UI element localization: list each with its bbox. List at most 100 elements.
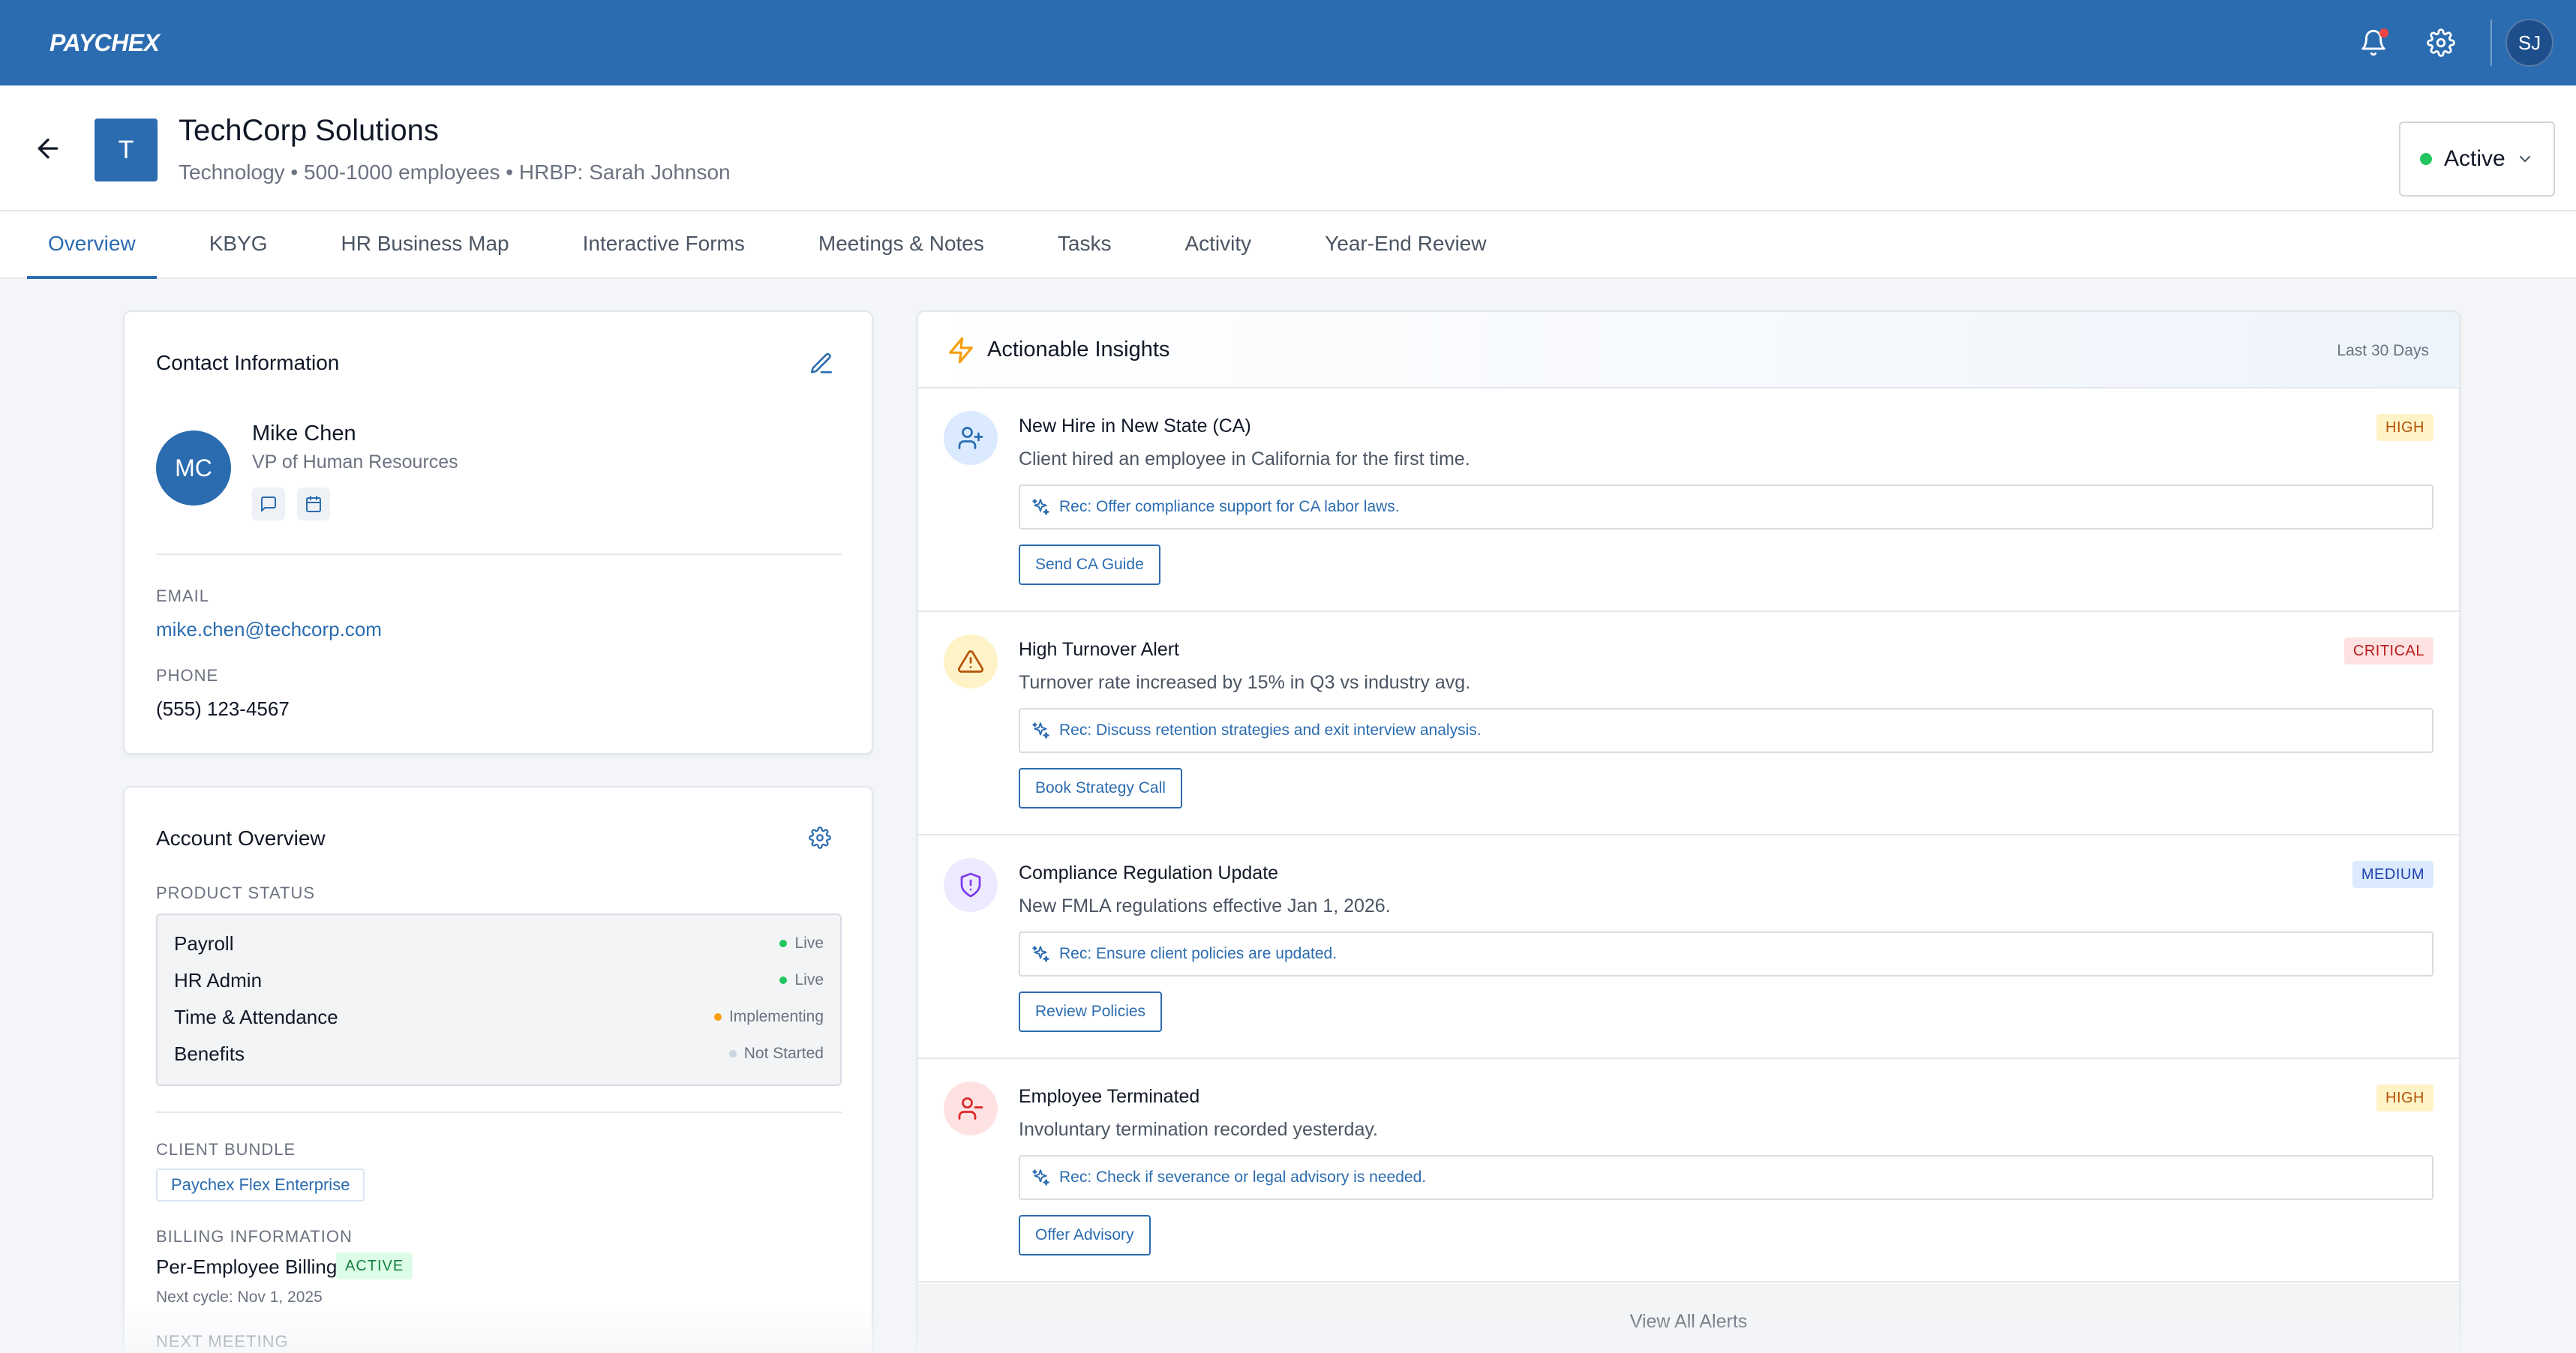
- insights-header: Actionable Insights Last 30 Days: [918, 312, 2459, 388]
- send-ca-guide-button[interactable]: Send CA Guide: [1019, 544, 1160, 585]
- product-row-hr-admin: HR Admin Live: [174, 965, 824, 995]
- email-link[interactable]: mike.chen@techcorp.com: [156, 618, 382, 641]
- insight-description: Involuntary termination recorded yesterd…: [1019, 1119, 1378, 1140]
- recommendation-box: Rec: Offer compliance support for CA lab…: [1019, 484, 2433, 530]
- tab-year-end-review[interactable]: Year-End Review: [1304, 212, 1507, 279]
- top-navigation-bar: PAYCHEX SJ: [0, 0, 2576, 86]
- client-status-dropdown[interactable]: Active: [2399, 122, 2555, 196]
- account-settings-button[interactable]: [809, 826, 834, 852]
- phone-label: PHONE: [156, 666, 219, 685]
- lightning-icon: [949, 337, 973, 364]
- insight-item: Employee Terminated Involuntary terminat…: [918, 1059, 2459, 1282]
- sparkle-icon: [1032, 946, 1049, 962]
- product-status-label: PRODUCT STATUS: [156, 884, 316, 902]
- product-row-benefits: Benefits Not Started: [174, 1039, 824, 1069]
- recommendation-text: Rec: Ensure client policies are updated.: [1059, 945, 1338, 962]
- topbar-actions: SJ: [2330, 0, 2553, 86]
- severity-badge: HIGH: [2376, 1084, 2433, 1112]
- tab-kbyg[interactable]: KBYG: [188, 212, 289, 279]
- arrow-left-icon: [38, 138, 59, 159]
- status-dot: [779, 976, 788, 984]
- user-plus-icon: [958, 427, 983, 449]
- product-name: Time & Attendance: [174, 1005, 338, 1028]
- insight-item: High Turnover Alert Turnover rate increa…: [918, 612, 2459, 836]
- sparkle-icon: [1032, 1169, 1049, 1186]
- pencil-icon: [810, 352, 833, 374]
- tab-meetings-notes[interactable]: Meetings & Notes: [797, 212, 1005, 279]
- product-status: Implementing: [713, 1008, 824, 1026]
- gear-icon: [809, 826, 831, 849]
- email-label: EMAIL: [156, 586, 210, 605]
- billing-type: Per-Employee Billing: [156, 1256, 338, 1278]
- product-status: Not Started: [728, 1045, 824, 1063]
- status-label: Active: [2444, 146, 2505, 171]
- gear-icon: [2427, 28, 2455, 57]
- product-name: Payroll: [174, 932, 234, 955]
- sparkle-icon: [1032, 499, 1049, 515]
- recommendation-text: Rec: Offer compliance support for CA lab…: [1059, 498, 1400, 515]
- billing-info-label: BILLING INFORMATION: [156, 1227, 353, 1246]
- tab-hr-business-map[interactable]: HR Business Map: [320, 212, 530, 279]
- client-tabs: Overview KBYG HR Business Map Interactiv…: [0, 212, 2576, 279]
- user-avatar[interactable]: SJ: [2505, 19, 2553, 67]
- insights-date-range: Last 30 Days: [2337, 342, 2429, 359]
- severity-badge: MEDIUM: [2352, 861, 2433, 888]
- status-dot: [728, 1050, 737, 1058]
- tab-activity[interactable]: Activity: [1163, 212, 1272, 279]
- product-name: HR Admin: [174, 968, 263, 992]
- product-row-payroll: Payroll Live: [174, 928, 824, 958]
- warning-triangle-icon: [957, 650, 984, 673]
- insight-title: Compliance Regulation Update: [1019, 862, 1279, 884]
- notification-dot: [2379, 28, 2388, 38]
- product-status: Live: [779, 934, 824, 952]
- client-bundle-chip: Paychex Flex Enterprise: [156, 1168, 365, 1202]
- view-all-alerts-link[interactable]: View All Alerts: [918, 1284, 2459, 1353]
- contact-role: VP of Human Resources: [252, 452, 458, 472]
- billing-status-badge: ACTIVE: [336, 1252, 413, 1280]
- contact-name: Mike Chen: [252, 422, 356, 446]
- card-title: Account Overview: [156, 826, 326, 850]
- calendar-icon: [306, 496, 321, 512]
- insight-description: New FMLA regulations effective Jan 1, 20…: [1019, 896, 1391, 916]
- paychex-logo[interactable]: PAYCHEX: [50, 29, 160, 57]
- schedule-meeting-button[interactable]: [297, 488, 330, 520]
- contact-information-card: Contact Information MC Mike Chen VP of H…: [123, 310, 873, 754]
- status-text: Implementing: [728, 1008, 824, 1025]
- status-dot: [713, 1013, 722, 1021]
- account-overview-card: Account Overview PRODUCT STATUS Payroll …: [123, 786, 873, 1353]
- insight-title: Employee Terminated: [1019, 1086, 1200, 1107]
- tab-overview[interactable]: Overview: [27, 212, 157, 279]
- chat-icon: [261, 496, 276, 512]
- back-button[interactable]: [33, 134, 63, 164]
- tab-interactive-forms[interactable]: Interactive Forms: [562, 212, 766, 279]
- next-cycle: Next cycle: Nov 1, 2025: [156, 1288, 323, 1306]
- status-dot: [2420, 153, 2432, 165]
- product-row-time-attendance: Time & Attendance Implementing: [174, 1002, 824, 1032]
- status-text: Live: [794, 971, 824, 988]
- product-name: Benefits: [174, 1042, 245, 1065]
- tab-tasks[interactable]: Tasks: [1037, 212, 1133, 279]
- edit-contact-button[interactable]: [809, 351, 834, 376]
- phone-value: (555) 123-4567: [156, 698, 290, 720]
- card-divider: [156, 554, 842, 555]
- notifications-button[interactable]: [2349, 19, 2397, 67]
- recommendation-box: Rec: Ensure client policies are updated.: [1019, 932, 2433, 976]
- insight-description: Client hired an employee in California f…: [1019, 448, 1470, 470]
- message-contact-button[interactable]: [252, 488, 285, 520]
- review-policies-button[interactable]: Review Policies: [1019, 992, 1163, 1032]
- severity-badge: CRITICAL: [2343, 638, 2433, 664]
- client-name: TechCorp Solutions: [179, 114, 439, 147]
- insight-title: High Turnover Alert: [1019, 639, 1179, 660]
- insight-icon-badge: [944, 858, 998, 912]
- status-dot: [779, 940, 788, 947]
- book-strategy-call-button[interactable]: Book Strategy Call: [1019, 768, 1182, 808]
- recommendation-box: Rec: Discuss retention strategies and ex…: [1019, 708, 2433, 753]
- sparkle-icon: [1032, 722, 1049, 739]
- settings-button[interactable]: [2417, 19, 2465, 67]
- status-text: Not Started: [743, 1045, 824, 1062]
- recommendation-text: Rec: Discuss retention strategies and ex…: [1059, 722, 1482, 739]
- contact-avatar: MC: [156, 430, 231, 506]
- offer-advisory-button[interactable]: Offer Advisory: [1019, 1215, 1151, 1256]
- recommendation-box: Rec: Check if severance or legal advisor…: [1019, 1155, 2433, 1200]
- card-title: Contact Information: [156, 351, 340, 374]
